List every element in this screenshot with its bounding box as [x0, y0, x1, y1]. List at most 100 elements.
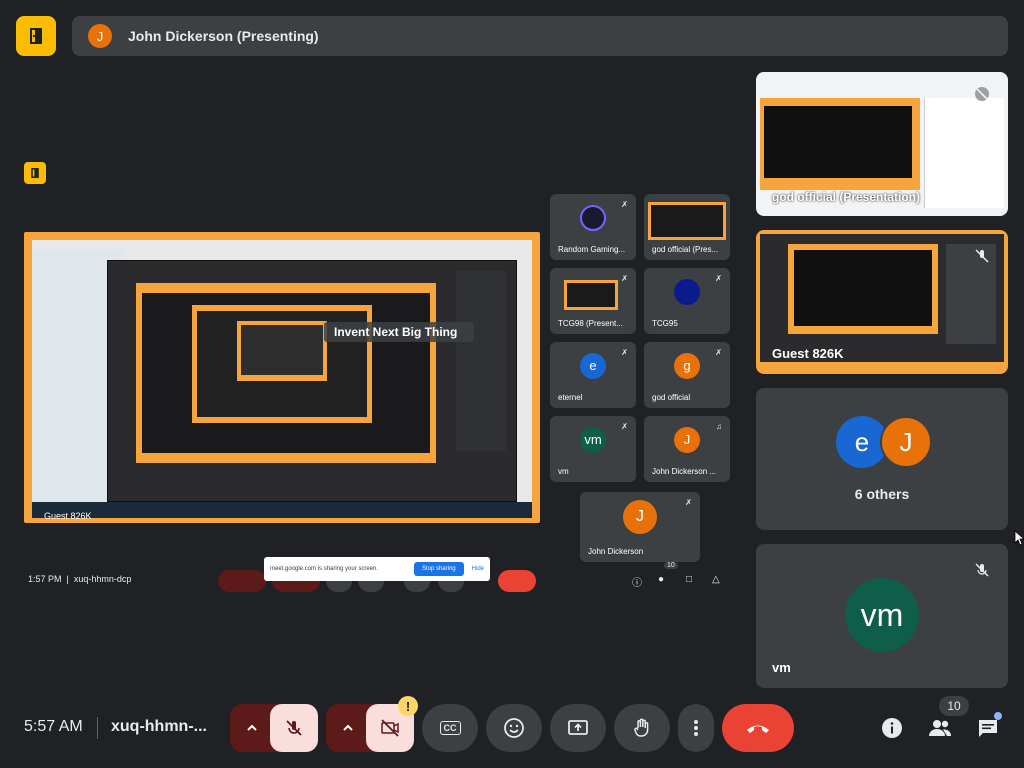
chevron-up-icon	[343, 724, 353, 731]
nested-activities-icon[interactable]: △	[712, 574, 720, 585]
leave-call-button[interactable]	[722, 704, 794, 752]
door-exit-icon	[31, 168, 39, 178]
tile-6-others[interactable]: e J 6 others	[756, 388, 1008, 530]
more-vert-icon	[694, 720, 698, 736]
shared-nested-window	[107, 260, 517, 502]
mic-off-icon: ✗	[621, 274, 628, 283]
meeting-info-button[interactable]	[876, 712, 908, 744]
mini-tile-eternel[interactable]: e ✗ eternel	[550, 342, 636, 408]
mic-off-icon: ✗	[685, 498, 692, 507]
mini-tile-name: eternel	[558, 393, 583, 402]
presenter-label: John Dickerson (Presenting)	[128, 28, 319, 44]
mouse-cursor-icon	[1014, 530, 1024, 546]
presenter-avatar: J	[88, 24, 112, 48]
camera-options-button[interactable]	[338, 718, 358, 738]
nested-people-icon[interactable]: ●	[658, 574, 664, 585]
avatar: e	[580, 352, 606, 379]
stop-sharing-button[interactable]: Stop sharing	[413, 562, 464, 576]
present-screen-icon	[568, 720, 588, 735]
chat-notification-dot	[994, 712, 1002, 720]
nested-frame-inner	[241, 325, 323, 375]
hide-link[interactable]: Hide	[472, 566, 484, 572]
toast-text: meet.google.com is sharing your screen.	[270, 566, 379, 572]
nested-chat-icon[interactable]: □	[686, 574, 692, 585]
avatar	[580, 204, 606, 231]
tile-vm[interactable]: vm vm	[756, 544, 1008, 688]
avatar: g	[674, 352, 700, 379]
nested-participant-count: 10	[664, 562, 678, 569]
mini-tile-god-official[interactable]: g ✗ god official	[644, 342, 730, 408]
people-button[interactable]	[924, 712, 956, 744]
tile-guest-826k[interactable]: Guest 826K	[756, 230, 1008, 374]
avatar: J	[623, 500, 657, 535]
tile-name: god official (Presentation)	[772, 190, 921, 204]
shared-taskbar	[32, 502, 532, 518]
hand-icon	[634, 718, 649, 737]
mini-tile-random-gaming[interactable]: ✗ Random Gaming...	[550, 194, 636, 260]
screen-share-toast: meet.google.com is sharing your screen. …	[264, 557, 490, 581]
captions-button[interactable]: CC	[422, 704, 478, 752]
bottom-control-bar: 5:57 AM xuq-hhmn-... ! CC	[0, 692, 1024, 768]
mini-tile-john-dickerson[interactable]: J ♫ John Dickerson ...	[644, 416, 730, 482]
tile-chat-panel	[924, 98, 1004, 208]
presenter-banner[interactable]: J John Dickerson (Presenting)	[72, 16, 1008, 56]
clock: 5:57 AM	[24, 718, 83, 735]
warning-badge: !	[398, 696, 418, 716]
tile-name: vm	[772, 660, 791, 675]
mic-off-icon: ✗	[621, 422, 628, 431]
mic-off-icon	[970, 244, 994, 268]
nested-info-icon[interactable]: ⓘ	[632, 574, 642, 589]
mini-tile-name: god official	[652, 393, 691, 402]
mic-off-icon: ✗	[715, 348, 722, 357]
mini-tile-vm[interactable]: vm ✗ vm	[550, 416, 636, 482]
nested-frame	[136, 283, 436, 463]
mic-toggle-button[interactable]	[270, 704, 318, 752]
mini-tile-name: John Dickerson	[588, 547, 644, 556]
others-count-label: 6 others	[854, 486, 910, 502]
door-exit-icon	[30, 28, 42, 44]
shared-overlay-label: Invent Next Big Thing	[324, 322, 474, 342]
mini-tile-name: vm	[558, 467, 569, 476]
speaker-icon: ♫	[716, 422, 722, 431]
avatar: vm	[580, 426, 606, 453]
emoji-icon	[504, 718, 524, 738]
presentation-badge	[24, 162, 46, 184]
people-icon	[929, 720, 952, 736]
phone-hangup-icon	[747, 725, 769, 733]
avatar: vm	[845, 578, 919, 652]
mini-tile-tcg95[interactable]: ✗ TCG95	[644, 268, 730, 334]
tile-god-official-presentation[interactable]: god official (Presentation)	[756, 72, 1008, 216]
closed-captions-icon: CC	[439, 721, 461, 735]
mini-tile-name: TCG95	[652, 319, 678, 328]
tile-screen-content	[760, 234, 1004, 362]
mic-off-icon	[970, 82, 994, 106]
reactions-button[interactable]	[486, 704, 542, 752]
mic-off-icon	[286, 720, 302, 736]
more-options-button[interactable]	[678, 704, 714, 752]
avatar: J	[674, 426, 700, 453]
mic-control-group	[230, 704, 318, 752]
mic-options-button[interactable]	[242, 718, 262, 738]
chat-icon	[979, 720, 997, 737]
mini-tile-name: TCG98 (Present...	[558, 319, 623, 328]
mini-screen-thumb	[648, 202, 726, 240]
leave-presentation-button[interactable]	[16, 16, 56, 56]
mini-tile-name: Random Gaming...	[558, 245, 626, 254]
meeting-code: xuq-hhmn-...	[111, 718, 207, 735]
present-now-button[interactable]	[550, 704, 606, 752]
shared-browser-window	[32, 240, 532, 502]
participant-count-badge: 10	[939, 696, 969, 716]
mini-tile-name: John Dickerson ...	[652, 467, 717, 476]
nested-end-call-button[interactable]	[498, 570, 536, 592]
mini-tile-john-dickerson-self[interactable]: J ✗ John Dickerson	[580, 492, 700, 562]
raise-hand-button[interactable]	[614, 704, 670, 752]
presentation-area: Invent Next Big Thing Guest 826K ✗ Rando…	[16, 72, 738, 688]
chat-button[interactable]	[972, 712, 1004, 744]
mini-tile-god-official-pres[interactable]: god official (Pres...	[644, 194, 730, 260]
mini-tile-name: god official (Pres...	[652, 245, 719, 254]
shared-guest-label: Guest 826K	[44, 511, 92, 521]
nested-frame	[237, 321, 327, 381]
nested-frame-inner	[142, 293, 430, 453]
mini-tile-tcg98[interactable]: ✗ TCG98 (Present...	[550, 268, 636, 334]
nested-mic-button[interactable]	[218, 570, 266, 592]
